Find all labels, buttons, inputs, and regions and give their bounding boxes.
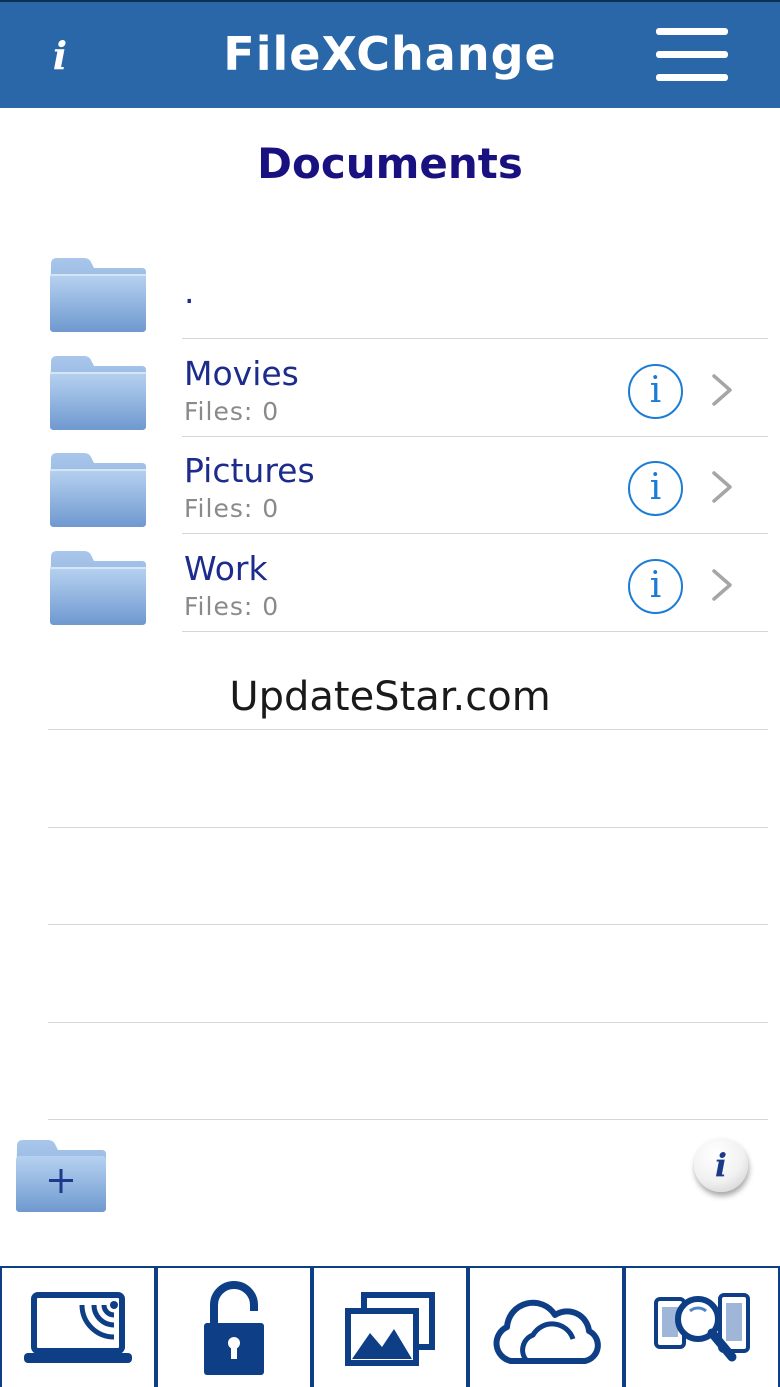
folder-file-count: Files: 0 — [184, 397, 280, 426]
folder-row-movies[interactable]: Movies Files: 0 i — [0, 340, 780, 437]
folder-file-count: Files: 0 — [184, 494, 280, 523]
folder-name: Work — [184, 549, 268, 588]
folder-row-work[interactable]: Work Files: 0 i — [0, 535, 780, 632]
folder-icon — [50, 356, 146, 430]
app-header: i FileXChange — [0, 0, 780, 108]
folder-icon — [50, 258, 146, 332]
bottom-tab-bar — [0, 1266, 780, 1387]
chevron-right-icon[interactable] — [708, 372, 738, 408]
page-title: Documents — [257, 139, 523, 188]
folder-row-pictures[interactable]: Pictures Files: 0 i — [0, 437, 780, 534]
folder-info-button[interactable]: i — [628, 461, 683, 516]
list-divider — [48, 1119, 768, 1120]
chevron-right-icon[interactable] — [708, 469, 738, 505]
photo-gallery-icon — [345, 1291, 435, 1366]
folder-name: Pictures — [184, 451, 315, 490]
unlocked-padlock-icon — [204, 1280, 264, 1375]
info-icon: i — [649, 467, 662, 508]
folder-info-button[interactable]: i — [628, 559, 683, 614]
info-icon: i — [714, 1146, 728, 1184]
cloud-icon — [493, 1299, 601, 1364]
folder-row-current[interactable]: . — [0, 242, 780, 339]
info-icon: i — [52, 33, 68, 78]
app-info-button[interactable]: i — [36, 28, 84, 84]
list-divider — [48, 1022, 768, 1023]
hamburger-menu-icon[interactable] — [656, 28, 728, 82]
tab-wifi-transfer[interactable] — [0, 1268, 156, 1387]
info-icon: i — [649, 565, 662, 606]
watermark-text: UpdateStar.com — [229, 674, 551, 720]
info-icon: i — [649, 370, 662, 411]
list-divider — [48, 729, 768, 730]
app-title: FileXChange — [223, 27, 557, 81]
laptop-wifi-icon — [24, 1291, 132, 1363]
tab-photos[interactable] — [312, 1268, 468, 1387]
folder-icon — [50, 453, 146, 527]
folder-icon — [50, 551, 146, 625]
tab-device-search[interactable] — [624, 1268, 780, 1387]
device-search-icon — [654, 1292, 750, 1361]
folder-name: Movies — [184, 354, 299, 393]
tab-security[interactable] — [156, 1268, 312, 1387]
folder-file-count: Files: 0 — [184, 592, 280, 621]
list-divider — [48, 827, 768, 828]
help-button[interactable]: i — [694, 1138, 748, 1192]
tab-cloud[interactable] — [468, 1268, 624, 1387]
chevron-right-icon[interactable] — [708, 567, 738, 603]
list-divider — [48, 924, 768, 925]
folder-info-button[interactable]: i — [628, 364, 683, 419]
folder-name: . — [184, 272, 195, 311]
new-folder-icon[interactable] — [14, 1136, 108, 1212]
